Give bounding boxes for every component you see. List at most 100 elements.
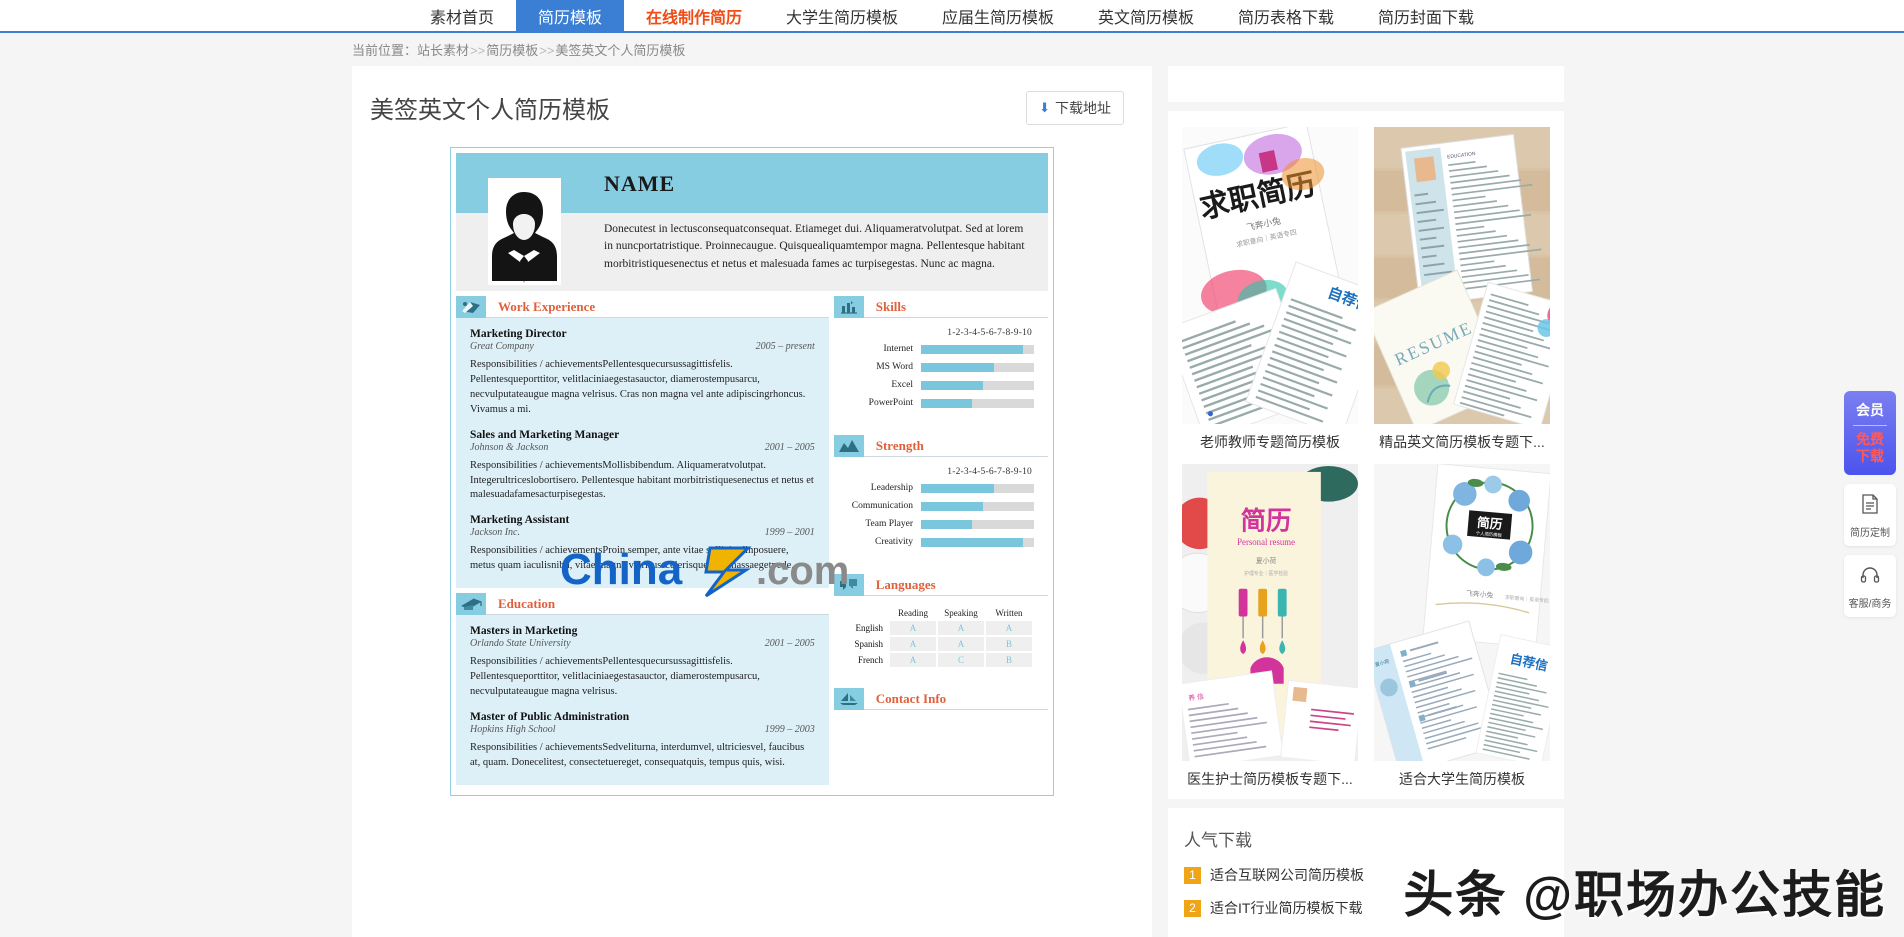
breadcrumb-bar: 当前位置：站长素材>>简历模板>>美签英文个人简历模板 <box>0 33 1904 66</box>
popular-item-label: 适合互联网公司简历模板 <box>1210 867 1364 883</box>
entry-title: Master of Public Administration <box>470 710 630 723</box>
section-header: Strength <box>833 434 1048 457</box>
vip-free-download-label: 免费 下载 <box>1856 431 1884 464</box>
resume-photo <box>488 178 561 285</box>
nav-item-5[interactable]: 英文简历模板 <box>1076 0 1216 31</box>
lang-name: English <box>855 623 883 633</box>
nav-item-3[interactable]: 大学生简历模板 <box>764 0 920 31</box>
lang-grade: A <box>890 637 936 651</box>
resume-entry: Masters in Marketing Orlando State Univer… <box>470 625 815 700</box>
entry-period: 2005 – present <box>755 341 815 352</box>
breadcrumb-prefix: 当前位置： <box>352 43 418 58</box>
bar-track <box>921 537 1034 547</box>
section-title: Education <box>498 595 556 611</box>
resume-entry: Sales and Marketing Manager Johnson & Jac… <box>470 429 815 504</box>
related-template-card-1[interactable]: EDUCATION RESUME 精品英文简历模板专题下... <box>1374 127 1550 452</box>
related-template-card-3[interactable]: 简历 个人简历模板 飞奔小兔 求职意向｜英语专四 夏小荷 自荐信 适合大学生简历模板 <box>1374 464 1550 789</box>
section-body-work: Marketing Director Great Company 2005 – pr… <box>456 318 829 589</box>
breadcrumb-root[interactable]: 站长素材 <box>417 43 469 58</box>
svg-text:护理专业｜医学检验: 护理专业｜医学检验 <box>1244 570 1288 577</box>
svg-text:简历: 简历 <box>1241 505 1292 535</box>
section-body-education: Masters in Marketing Orlando State Univer… <box>456 615 829 785</box>
bar-row: Creativity <box>848 537 1034 547</box>
nav-item-6[interactable]: 简历表格下载 <box>1216 0 1356 31</box>
svg-text:夏小荷: 夏小荷 <box>1256 556 1277 565</box>
graduation-icon <box>456 592 486 615</box>
nav-item-1[interactable]: 简历模板 <box>515 0 624 31</box>
page-title: 美签英文个人简历模板 <box>370 97 610 124</box>
breadcrumb-level2[interactable]: 简历模板 <box>486 43 538 58</box>
lang-grade: A <box>986 621 1032 635</box>
nav-item-4[interactable]: 应届生简历模板 <box>920 0 1076 31</box>
entry-org: Johnson & Jackson <box>470 441 549 453</box>
lang-row: Spanish A A B <box>850 637 1032 651</box>
rank-badge: 1 <box>1184 866 1201 884</box>
bar-fill <box>921 344 1023 354</box>
strength-scale: 1-2-3-4-5-6-7-8-9-10 <box>947 467 1032 477</box>
strength-bars: Leadership Communication Team Player Creati… <box>848 483 1034 547</box>
popular-item-1[interactable]: 2 适合IT行业简历模板下载 <box>1184 898 1548 918</box>
popular-downloads-title: 人气下载 <box>1184 831 1252 850</box>
popular-item-label: 适合IT行业简历模板下载 <box>1210 900 1363 916</box>
section-title: Contact Info <box>875 690 947 706</box>
briefcase-icon <box>456 295 486 318</box>
skills-scale: 1-2-3-4-5-6-7-8-9-10 <box>947 328 1032 338</box>
popular-item-0[interactable]: 1 适合互联网公司简历模板 <box>1184 865 1548 885</box>
bar-row: Team Player <box>848 519 1034 529</box>
popular-downloads-box: 人气下载 1 适合互联网公司简历模板 2 适合IT行业简历模板下载 <box>1168 808 1564 937</box>
download-address-button[interactable]: ⬇ 下载地址 <box>1026 90 1124 125</box>
vip-free-download-button[interactable]: 会员 免费 下载 <box>1844 391 1896 476</box>
resume-customization-button[interactable]: 简历定制 <box>1844 484 1896 547</box>
resume-columns: Work Experience Marketing Director Great … <box>456 295 1048 790</box>
tool-label: 客服/商务 <box>1848 599 1892 611</box>
section-title: Work Experience <box>498 298 596 314</box>
bar-fill <box>921 362 995 372</box>
lang-grade: B <box>986 637 1032 651</box>
template-thumbnail: EDUCATION RESUME <box>1374 127 1550 424</box>
entry-org: Jackson Inc. <box>470 527 520 539</box>
languages-table: Reading Speaking Written English A A A Spanish… <box>848 606 1034 669</box>
nav-items: 素材首页 简历模板 在线制作简历 大学生简历模板 应届生简历模板 英文简历模板 简历表格下载… <box>408 0 1496 31</box>
related-template-card-0[interactable]: 求职简历 飞奔小兔 求职意向｜英语专四 自荐信 老师教师专题简历模板 <box>1182 127 1358 452</box>
nav-item-2[interactable]: 在线制作简历 <box>624 0 764 31</box>
sidebar-top-strip <box>1168 66 1564 102</box>
entry-description: Responsibilities / achievementsProin sem… <box>470 545 794 572</box>
bar-fill <box>921 398 972 408</box>
lang-grade: C <box>938 653 984 667</box>
bar-row: PowerPoint <box>848 398 1034 408</box>
entry-title: Masters in Marketing <box>470 625 578 638</box>
section-title: Languages <box>875 576 936 592</box>
entry-title: Marketing Director <box>470 328 567 340</box>
nav-item-7[interactable]: 简历封面下载 <box>1356 0 1496 31</box>
section-title: Skills <box>875 298 907 314</box>
section-body-contact <box>833 710 1048 774</box>
skills-bars: Internet MS Word Excel PowerPoint <box>848 344 1034 408</box>
bar-track <box>921 483 1034 493</box>
resume-entry: Master of Public Administration Hopkins H… <box>470 711 815 771</box>
section-body-languages: Reading Speaking Written English A A A Spanish… <box>833 596 1048 683</box>
entry-org: Great Company <box>470 341 534 352</box>
entry-description: Responsibilities / achievementsPellentes… <box>470 656 760 697</box>
bar-label: Leadership <box>870 483 913 493</box>
entry-period: 1999 – 2003 <box>764 723 815 735</box>
resume-header: NAME Donecutest in lectusconsequatconseq… <box>456 153 1048 291</box>
template-caption: 精品英文简历模板专题下... <box>1379 434 1545 450</box>
entry-description: Responsibilities / achievementsPellentes… <box>470 359 806 415</box>
template-thumbnail: 简历 个人简历模板 飞奔小兔 求职意向｜英语专四 夏小荷 自荐信 <box>1374 464 1550 761</box>
section-strength: Strength 1-2-3-4-5-6-7-8-9-10 Leadership… <box>833 434 1048 569</box>
related-template-card-2[interactable]: 简历 Personal resume 夏小荷 护理专业｜医学检验养 信医生护士简历模板… <box>1182 464 1358 789</box>
resume-preview-wrap: NAME Donecutest in lectusconsequatconseq… <box>352 139 1152 796</box>
breadcrumb-current: 美签英文个人简历模板 <box>555 43 686 58</box>
lang-name: Spanish <box>854 639 883 649</box>
template-thumbnail: 简历 Personal resume 夏小荷 护理专业｜医学检验养 信 <box>1182 464 1358 761</box>
nav-item-0[interactable]: 素材首页 <box>408 0 516 31</box>
bar-track <box>921 398 1034 408</box>
floating-action-column: 会员 免费 下载 简历定制 客服/商务 <box>1844 391 1896 618</box>
entry-description: Responsibilities / achievementsMollisbib… <box>470 459 814 501</box>
template-caption: 老师教师专题简历模板 <box>1200 434 1340 450</box>
resume-preview[interactable]: NAME Donecutest in lectusconsequatconseq… <box>450 147 1054 796</box>
customer-service-button[interactable]: 客服/商务 <box>1844 555 1896 618</box>
bar-row: MS Word <box>848 362 1034 372</box>
bar-label: Internet <box>883 344 913 354</box>
bar-track <box>921 501 1034 511</box>
